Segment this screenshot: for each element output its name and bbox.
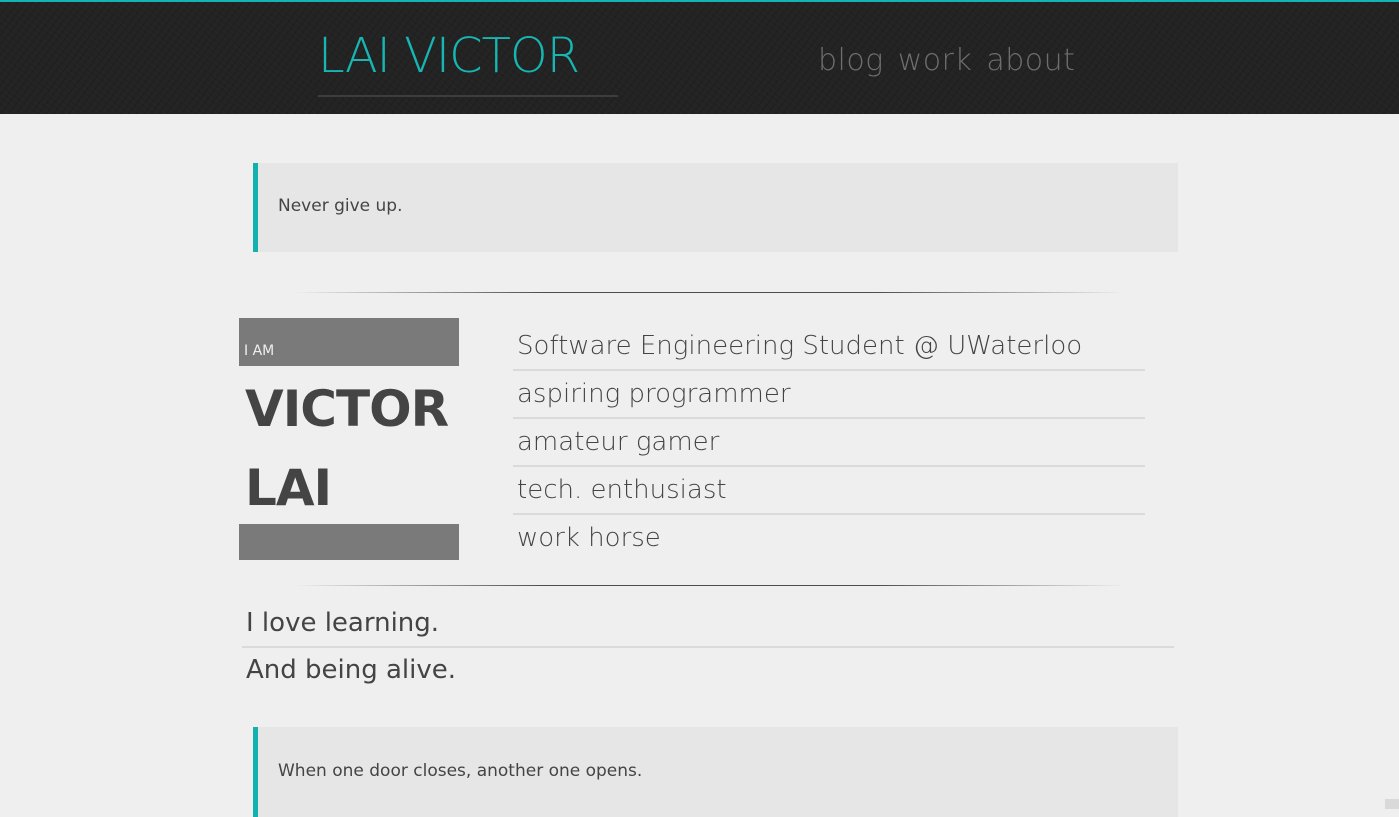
name-block-header: I AM bbox=[239, 318, 459, 366]
first-name: VICTOR bbox=[245, 379, 448, 439]
nav-about-link[interactable]: about bbox=[986, 40, 1075, 82]
statements-list: I love learning. And being alive. bbox=[242, 601, 1174, 693]
quote-text: When one door closes, another one opens. bbox=[278, 761, 642, 781]
quote-text: Never give up. bbox=[278, 196, 403, 216]
section-divider bbox=[295, 292, 1125, 293]
trait-item: work horse bbox=[513, 515, 1145, 561]
site-logo[interactable]: LAI VICTOR bbox=[318, 24, 579, 88]
trait-item: Software Engineering Student @ UWaterloo bbox=[513, 323, 1145, 371]
scroll-corner bbox=[1385, 799, 1399, 809]
main-nav: blog work about bbox=[818, 40, 1075, 82]
blockquote-bottom: When one door closes, another one opens. bbox=[253, 727, 1178, 817]
logo-underline bbox=[318, 95, 618, 97]
statement-item: And being alive. bbox=[242, 648, 1174, 693]
nav-work-link[interactable]: work bbox=[898, 40, 973, 82]
intro-label: I AM bbox=[244, 343, 274, 359]
section-divider bbox=[295, 585, 1125, 586]
statement-item: I love learning. bbox=[242, 601, 1174, 648]
trait-item: aspiring programmer bbox=[513, 371, 1145, 419]
site-header: LAI VICTOR blog work about bbox=[0, 2, 1399, 114]
trait-item: tech. enthusiast bbox=[513, 467, 1145, 515]
name-block-footer bbox=[239, 524, 459, 560]
nav-blog-link[interactable]: blog bbox=[818, 40, 884, 82]
blockquote-top: Never give up. bbox=[253, 163, 1178, 252]
traits-list: Software Engineering Student @ UWaterloo… bbox=[513, 323, 1145, 561]
trait-item: amateur gamer bbox=[513, 419, 1145, 467]
name-block: I AM VICTOR LAI bbox=[239, 318, 459, 560]
last-name: LAI bbox=[245, 458, 331, 518]
